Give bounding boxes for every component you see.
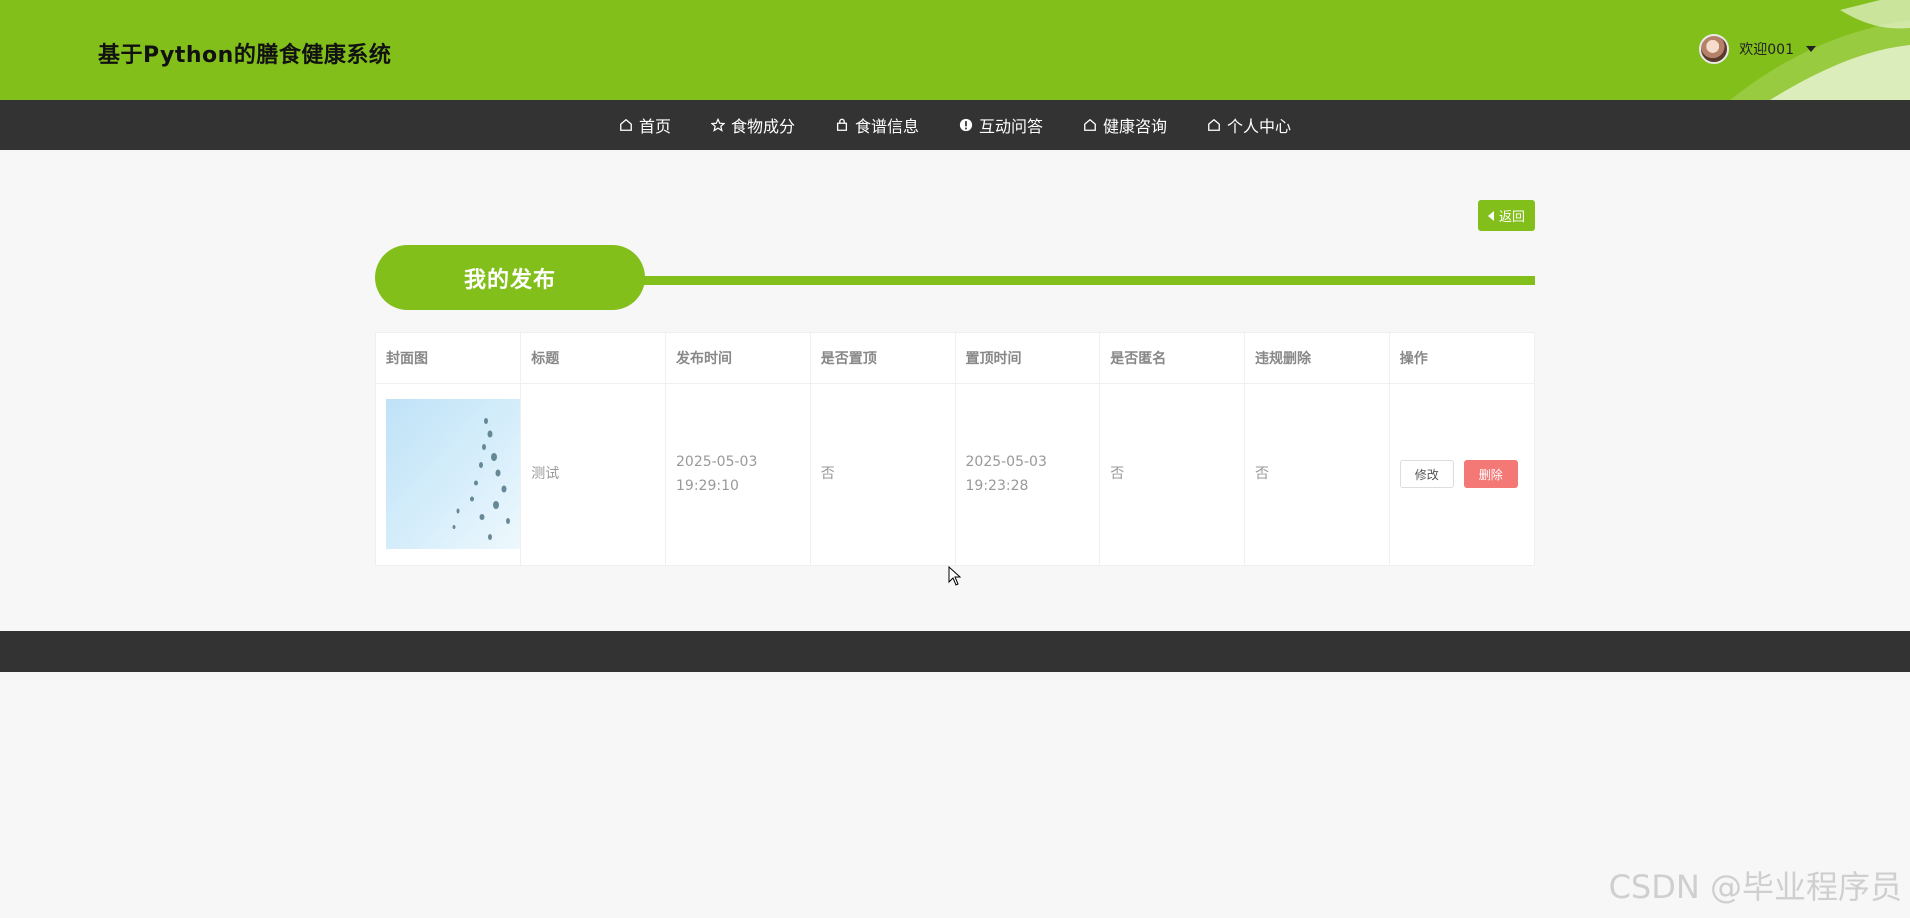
nav-item-label: 食物成分 [730, 117, 795, 136]
column-header: 是否置顶 [810, 333, 956, 384]
user-welcome-label: 欢迎001 [1739, 42, 1794, 58]
site-footer [0, 631, 1910, 672]
home-icon [1084, 118, 1096, 131]
mouse-cursor-icon [948, 566, 962, 586]
nav-item-label: 健康咨询 [1103, 117, 1168, 136]
caret-down-icon [1806, 46, 1816, 52]
row-actions: 修改 删除 [1399, 460, 1524, 489]
violation-deleted-cell: 否 [1244, 383, 1390, 565]
is-anonymous-cell: 否 [1099, 383, 1245, 565]
column-header: 是否匿名 [1099, 333, 1245, 384]
cover-cell [376, 383, 522, 565]
main-content: 返回 我的发布 封面图 标题 发布时间 是否置顶 置顶时间 是否匿名 违规删除 … [375, 150, 1535, 631]
site-header: 基于Python的膳食健康系统 欢迎001 [0, 0, 1910, 100]
actions-cell: 修改 删除 [1389, 383, 1534, 565]
nav-item-food-composition[interactable]: 食物成分 [691, 100, 815, 150]
publish-time-cell: 2025-05-03 19:29:10 [665, 383, 811, 565]
alert-circle-icon [959, 118, 973, 132]
home-icon [620, 118, 632, 131]
column-header: 封面图 [376, 333, 522, 384]
is-top-cell: 否 [810, 383, 956, 565]
nav-item-label: 食谱信息 [854, 117, 919, 136]
posts-table: 封面图 标题 发布时间 是否置顶 置顶时间 是否匿名 违规删除 操作 测试 20… [375, 332, 1535, 566]
nav-item-label: 互动问答 [979, 117, 1044, 136]
posts-table-grid: 封面图 标题 发布时间 是否置顶 置顶时间 是否匿名 违规删除 操作 测试 20… [376, 333, 1534, 565]
delete-button[interactable]: 删除 [1463, 460, 1518, 489]
avatar [1699, 34, 1730, 64]
nav-item-qa[interactable]: 互动问答 [939, 100, 1063, 150]
star-icon [710, 118, 725, 132]
back-button[interactable]: 返回 [1477, 200, 1535, 231]
user-menu[interactable]: 欢迎001 [1699, 34, 1816, 64]
bag-icon [836, 118, 848, 131]
nav-item-recipes[interactable]: 食谱信息 [815, 100, 939, 150]
nav-item-personal-center[interactable]: 个人中心 [1187, 100, 1311, 150]
column-header: 标题 [520, 333, 666, 384]
nav-item-home[interactable]: 首页 [599, 100, 691, 150]
cover-image[interactable] [386, 399, 520, 550]
main-nav: 首页 食物成分 食谱信息 互动问答 健康咨询 个人中心 [0, 100, 1910, 150]
column-header: 违规删除 [1244, 333, 1390, 384]
watermark: CSDN @毕业程序员 [1608, 868, 1902, 906]
column-header: 发布时间 [665, 333, 811, 384]
nav-item-health-consult[interactable]: 健康咨询 [1063, 100, 1187, 150]
nav-item-label: 首页 [638, 117, 671, 136]
section-title: 我的发布 [375, 245, 645, 310]
home-icon [1208, 118, 1220, 131]
site-title: 基于Python的膳食健康系统 [98, 43, 392, 68]
column-header: 操作 [1389, 333, 1534, 384]
title-cell: 测试 [520, 383, 666, 565]
table-row: 测试 2025-05-03 19:29:10 否 2025-05-03 19:2… [376, 383, 1534, 565]
top-time-cell: 2025-05-03 19:23:28 [955, 383, 1101, 565]
column-header: 置顶时间 [955, 333, 1101, 384]
nav-item-label: 个人中心 [1227, 117, 1292, 136]
back-button-label: 返回 [1498, 210, 1525, 225]
edit-button[interactable]: 修改 [1399, 460, 1454, 489]
table-header-row: 封面图 标题 发布时间 是否置顶 置顶时间 是否匿名 违规删除 操作 [376, 333, 1534, 384]
section-divider [615, 276, 1535, 285]
caret-left-icon [1487, 210, 1494, 221]
section-header: 我的发布 [375, 245, 1535, 310]
